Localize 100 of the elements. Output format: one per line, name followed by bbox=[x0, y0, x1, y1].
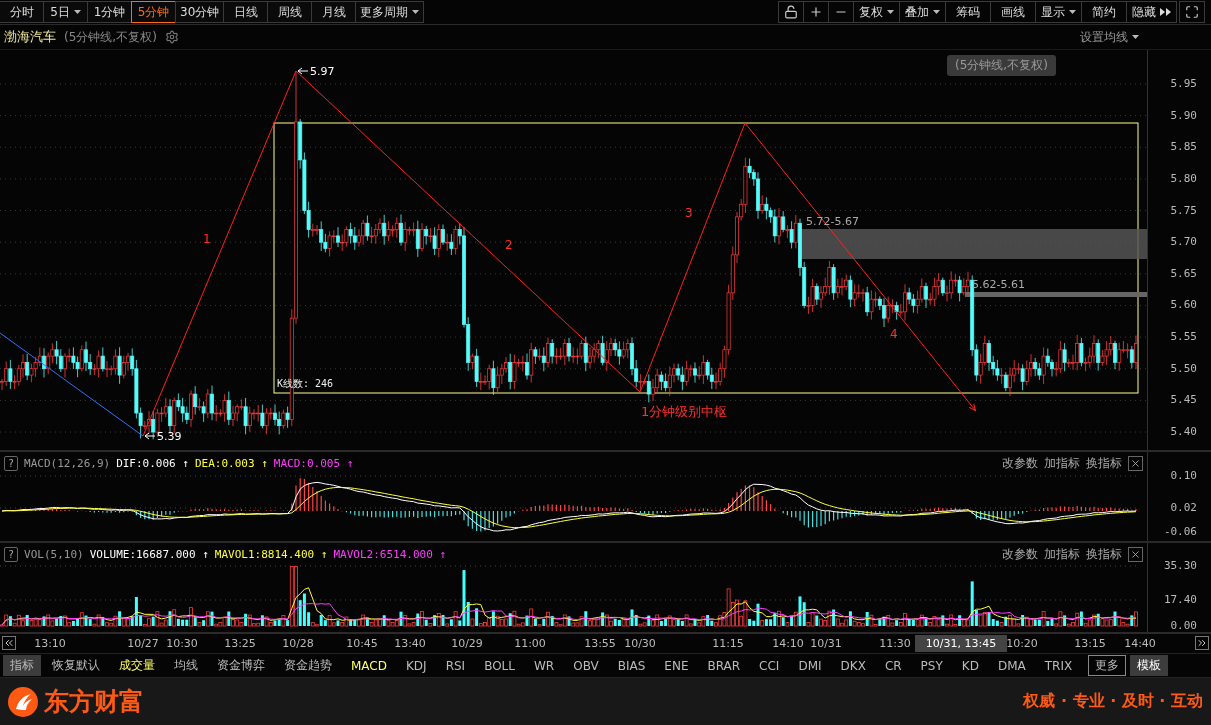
period-tab[interactable]: 周线 bbox=[267, 1, 313, 23]
help-button[interactable]: ? bbox=[4, 546, 19, 562]
ma-settings-dropdown[interactable]: 设置均线 bbox=[1080, 28, 1139, 46]
time-axis-label: 10:45 bbox=[346, 637, 378, 650]
indicator-tab[interactable]: 资金博弈 bbox=[210, 655, 272, 676]
price-axis-label: 5.55 bbox=[1170, 330, 1197, 344]
indicator-tab[interactable]: DMI bbox=[791, 656, 829, 675]
indicator-tab[interactable]: WR bbox=[527, 656, 562, 675]
indicator-header[interactable]: 指标 bbox=[3, 655, 41, 676]
indicator-tab[interactable]: 均线 bbox=[167, 655, 205, 676]
time-axis-label: 11:15 bbox=[712, 637, 744, 650]
scroll-right-button[interactable] bbox=[1195, 636, 1209, 650]
arrow-icon bbox=[297, 67, 309, 75]
price-axis-label: 5.45 bbox=[1170, 393, 1197, 407]
fullscreen-button[interactable] bbox=[1179, 1, 1205, 23]
indicator-tab[interactable]: 资金趋势 bbox=[277, 655, 339, 676]
time-axis-label: 13:10 bbox=[34, 637, 66, 650]
help-button[interactable]: ? bbox=[4, 455, 19, 471]
indicator-tab[interactable]: TRIX bbox=[1037, 656, 1080, 675]
price-axis-label: 5.75 bbox=[1170, 203, 1197, 217]
time-axis-label: 10/27 bbox=[127, 637, 159, 650]
indicator-tab[interactable]: CCI bbox=[752, 656, 787, 675]
zoom-out-button[interactable] bbox=[828, 1, 854, 23]
stroke-number: 1 bbox=[203, 232, 211, 246]
low-price-label: 5.39 bbox=[157, 430, 182, 443]
indicator-action-link[interactable]: 加指标 bbox=[1044, 545, 1080, 563]
period-tab[interactable]: 更多周期 bbox=[355, 1, 425, 23]
fullscreen-icon bbox=[1185, 5, 1199, 19]
chart-tooltip: (5分钟线,不复权) bbox=[947, 55, 1056, 76]
time-axis-label: 13:25 bbox=[224, 637, 256, 650]
indicator-tab[interactable]: BRAR bbox=[700, 656, 748, 675]
period-tab[interactable]: 分时 bbox=[0, 1, 44, 23]
double-chevron-left-icon bbox=[3, 637, 15, 649]
cursor-time-label: 10/31, 13:45 bbox=[915, 635, 1007, 652]
stroke-number: 2 bbox=[505, 238, 513, 252]
period-tab[interactable]: 1分钟 bbox=[87, 1, 132, 23]
price-axis-label: 5.95 bbox=[1170, 77, 1197, 90]
axis-label: 35.30 bbox=[1163, 559, 1197, 572]
indicator-tab[interactable]: 更多 bbox=[1088, 655, 1127, 676]
indicator-tab[interactable]: BIAS bbox=[610, 656, 653, 675]
axis-label: 0.02 bbox=[1170, 501, 1197, 514]
double-triangle-icon bbox=[1160, 8, 1171, 16]
indicator-tab[interactable]: RSI bbox=[438, 656, 473, 675]
price-axis-label: 5.90 bbox=[1170, 108, 1197, 122]
time-axis-label: 11:00 bbox=[514, 637, 546, 650]
price-axis-label: 5.60 bbox=[1170, 298, 1197, 312]
caret-icon bbox=[412, 10, 420, 14]
toolbar-button[interactable]: 复权 bbox=[853, 1, 900, 23]
period-tab[interactable]: 5分钟 bbox=[131, 1, 176, 23]
toolbar-button[interactable]: 筹码 bbox=[945, 1, 991, 23]
settings-icon[interactable] bbox=[164, 30, 179, 44]
unlock-button[interactable] bbox=[778, 1, 804, 23]
price-axis-label: 5.80 bbox=[1170, 171, 1197, 185]
close-icon bbox=[1130, 457, 1141, 469]
period-tab[interactable]: 30分钟 bbox=[175, 1, 225, 23]
scroll-left-button[interactable] bbox=[2, 636, 16, 650]
indicator-value: DIF:0.006 ↑ bbox=[116, 456, 189, 470]
indicator-tab[interactable]: 成交量 bbox=[112, 655, 162, 676]
indicator-tab[interactable]: BOLL bbox=[477, 656, 522, 675]
indicator-tab[interactable]: KD bbox=[954, 656, 986, 675]
axis-label: 0.10 bbox=[1170, 469, 1197, 482]
close-button[interactable] bbox=[1128, 455, 1143, 471]
indicator-action-link[interactable]: 换指标 bbox=[1086, 454, 1122, 472]
toolbar-button[interactable]: 隐藏 bbox=[1126, 1, 1177, 23]
indicator-action-link[interactable]: 换指标 bbox=[1086, 545, 1122, 563]
indicator-tab[interactable]: OBV bbox=[566, 656, 606, 675]
indicator-tab[interactable]: DKX bbox=[833, 656, 873, 675]
indicator-value: DEA:0.003 ↑ bbox=[195, 456, 268, 470]
toolbar-button[interactable]: 叠加 bbox=[899, 1, 946, 23]
indicator-tab[interactable]: PSY bbox=[913, 656, 950, 675]
indicator-value: MACD:0.005 ↑ bbox=[273, 456, 354, 470]
indicator-action-link[interactable]: 改参数 bbox=[1002, 545, 1038, 563]
close-button[interactable] bbox=[1128, 546, 1143, 562]
stock-name: 渤海汽车 bbox=[4, 28, 56, 46]
time-axis-label: 14:40 bbox=[1124, 637, 1156, 650]
indicator-action-link[interactable]: 加指标 bbox=[1044, 454, 1080, 472]
indicator-value: VOLUME:16687.000 ↑ bbox=[89, 547, 209, 561]
indicator-tab[interactable]: MACD bbox=[344, 656, 394, 675]
stroke-number: 3 bbox=[685, 206, 693, 220]
toolbar-button[interactable]: 显示 bbox=[1035, 1, 1082, 23]
indicator-tab[interactable]: 模板 bbox=[1130, 655, 1169, 676]
toolbar-button[interactable]: 画线 bbox=[990, 1, 1036, 23]
indicator-tab[interactable]: ENE bbox=[657, 656, 696, 675]
price-axis-label: 5.70 bbox=[1170, 235, 1197, 249]
period-tab[interactable]: 5日 bbox=[43, 1, 88, 23]
pivot-label: 1分钟级别中枢 bbox=[641, 404, 728, 419]
period-tab[interactable]: 月线 bbox=[311, 1, 357, 23]
stroke-number: 4 bbox=[890, 327, 898, 341]
indicator-value: MAVOL1:8814.400 ↑ bbox=[214, 547, 328, 561]
indicator-name: MACD(12,26,9) bbox=[24, 456, 111, 470]
indicator-tab[interactable]: KDJ bbox=[399, 656, 434, 675]
toolbar-button[interactable]: 简约 bbox=[1081, 1, 1127, 23]
indicator-tab[interactable]: CR bbox=[877, 656, 909, 675]
indicator-tab[interactable]: DMA bbox=[990, 656, 1033, 675]
period-tab[interactable]: 日线 bbox=[223, 1, 269, 23]
indicator-tab[interactable]: 恢复默认 bbox=[45, 655, 107, 676]
zoom-in-button[interactable] bbox=[803, 1, 829, 23]
time-axis-label: 10:20 bbox=[1006, 637, 1038, 650]
axis-label: 0.00 bbox=[1170, 619, 1197, 632]
indicator-action-link[interactable]: 改参数 bbox=[1002, 454, 1038, 472]
